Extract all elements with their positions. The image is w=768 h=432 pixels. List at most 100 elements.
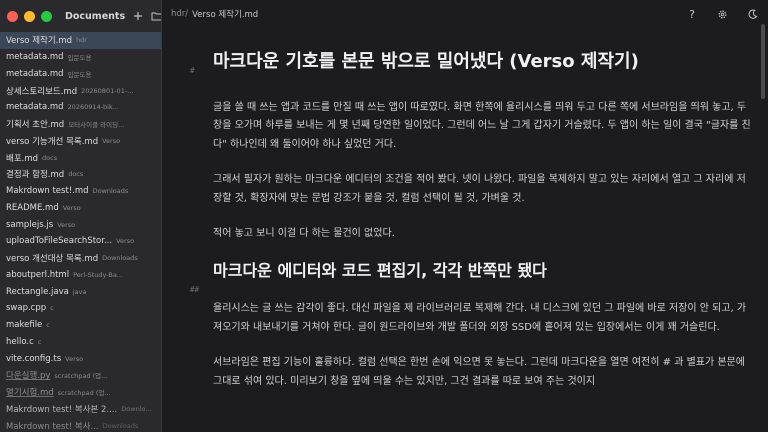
file-name: Makrdown test! 복사본 2.... (6, 404, 118, 415)
file-folder: Downloads (92, 187, 129, 196)
file-name: metadata.md (6, 102, 64, 113)
paragraph-2: 그래서 필자가 원하는 마크다운 에디터의 조건을 적어 봤다. 넷이 나왔다.… (213, 174, 746, 204)
minimize-window-button[interactable] (24, 10, 35, 22)
file-item[interactable]: metadata.md 입문도용 (0, 66, 161, 83)
file-name: 상세스토리보드.md (6, 86, 78, 97)
breadcrumb-folder[interactable]: hdr/ (171, 9, 188, 19)
file-name: verso 개선대상 목록.md (6, 254, 99, 265)
file-item[interactable]: Rectangle.java java (0, 283, 161, 300)
file-item[interactable]: verso 기능개선 목록.md Verso (0, 133, 161, 150)
file-name: 열기시험.md (6, 388, 54, 399)
file-name: 배포.md (6, 153, 39, 164)
file-item[interactable]: 기획서 초안.md 모터사이클 라이딩... (0, 116, 161, 133)
file-item[interactable]: makefile c (0, 317, 161, 334)
file-name: aboutperl.html (6, 269, 70, 280)
theme-toggle-button[interactable] (744, 6, 760, 22)
file-item[interactable]: 결정과 함정.md docs (0, 166, 161, 183)
help-button[interactable]: ? (684, 6, 700, 22)
file-name: hello.c (6, 336, 34, 347)
file-folder: Perl-Study-Ba... (73, 270, 123, 279)
file-folder: Downloads (121, 404, 155, 413)
file-folder: docs (42, 153, 58, 162)
file-item[interactable]: README.md Verso (0, 200, 161, 217)
file-folder: c (50, 304, 54, 313)
file-folder: Downloads (102, 421, 139, 430)
file-name: vite.config.ts (6, 353, 62, 364)
paragraph-1: 글을 쓸 때 쓰는 앱과 코드를 만질 때 쓰는 앱이 따로였다. 화면 한쪽에… (213, 102, 751, 150)
file-folder: scratchpad (업... (54, 372, 108, 381)
file-item[interactable]: Makrdown test! 복사본 2.... Downloads (0, 401, 161, 418)
document-title: 마크다운 기호를 본문 밖으로 밀어냈다 (Verso 제작기) (213, 51, 639, 72)
file-folder: 20260914-bik... (67, 103, 119, 112)
file-item[interactable]: 열기시험.md scratchpad (업... (0, 384, 161, 401)
file-item[interactable]: aboutperl.html Perl-Study-Ba... (0, 267, 161, 284)
file-item[interactable]: Makrdown test!.md Downloads (0, 183, 161, 200)
sidebar: Documents Verso 제작기.md hdr metadata.md 입문도용… (0, 0, 162, 432)
window-controls (7, 10, 52, 22)
folder-icon (151, 12, 161, 21)
gear-icon (718, 10, 726, 18)
heading2-marker: ## (190, 285, 200, 294)
file-folder: docs (68, 170, 84, 179)
file-item[interactable]: swap.cpp c (0, 300, 161, 317)
close-window-button[interactable] (7, 10, 18, 22)
file-folder: c (37, 337, 42, 346)
file-name: metadata.md (6, 68, 64, 79)
document-body[interactable]: 마크다운 기호를 본문 밖으로 밀어냈다 (Verso 제작기) 글을 쓸 때 … (213, 40, 753, 391)
file-name: swap.cpp (6, 303, 47, 314)
file-folder: Verso (65, 354, 84, 363)
sidebar-title: Documents (65, 10, 126, 22)
file-item[interactable]: metadata.md 입문도용 (0, 49, 161, 66)
sidebar-header: Documents (0, 0, 161, 32)
app-window: Documents Verso 제작기.md hdr metadata.md 입문도용… (0, 0, 768, 432)
file-folder: Downloads (102, 254, 138, 263)
file-folder: Verso (57, 220, 76, 229)
new-file-button[interactable] (133, 11, 143, 21)
file-item[interactable]: 상세스토리보드.md 20260801-01-... (0, 82, 161, 99)
file-name: Makrdown test!.md (6, 186, 89, 197)
section-heading: 마크다운 에디터와 코드 편집기, 각각 반쪽만 됐다 (213, 261, 547, 281)
paragraph-4: 율리시스는 글 쓰는 감각이 좋다. 대신 파일을 제 라이브러리로 복제해 간… (213, 303, 747, 333)
scrollbar-thumb[interactable] (761, 24, 765, 99)
file-item[interactable]: verso 개선대상 목록.md Downloads (0, 250, 161, 267)
file-name: uploadToFileSearchStor... (6, 236, 113, 247)
file-name: 기획서 초안.md (6, 120, 65, 131)
file-item[interactable]: uploadToFileSearchStor... Verso (0, 233, 161, 250)
file-item[interactable]: 배포.md docs (0, 149, 161, 166)
file-item[interactable]: Verso 제작기.md hdr (0, 32, 161, 49)
file-name: Rectangle.java (6, 286, 69, 297)
file-folder: scratchpad (업... (57, 389, 111, 398)
file-folder: Verso (62, 203, 81, 212)
file-name: Makrdown test! 복사... (6, 421, 99, 432)
settings-button[interactable] (714, 6, 730, 22)
paragraph-3: 적어 놓고 보니 이걸 다 하는 물건이 없었다. (213, 228, 395, 240)
file-folder: c (46, 321, 50, 330)
file-folder: hdr (76, 36, 87, 45)
file-item[interactable]: samplejs.js Verso (0, 216, 161, 233)
file-item[interactable]: metadata.md 20260914-bik... (0, 99, 161, 116)
open-folder-button[interactable] (151, 11, 161, 21)
file-list: Verso 제작기.md hdr metadata.md 입문도용 metadata.m… (0, 32, 161, 432)
file-name: Verso 제작기.md (6, 36, 73, 47)
file-item[interactable]: 다운실행.py scratchpad (업... (0, 367, 161, 384)
file-item[interactable]: hello.c c (0, 334, 161, 351)
editor-pane: hdr/ Verso 제작기.md ? # ## 마크다운 기호를 본문 밖으로… (162, 0, 768, 432)
file-folder: Verso (102, 136, 121, 145)
moon-icon (748, 9, 758, 19)
file-folder: Verso (116, 237, 135, 246)
file-name: makefile (6, 320, 43, 331)
topbar: hdr/ Verso 제작기.md (162, 0, 768, 28)
file-name: verso 기능개선 목록.md (6, 136, 99, 147)
plus-icon (134, 12, 143, 20)
file-item[interactable]: Makrdown test! 복사... Downloads (0, 417, 161, 432)
file-name: metadata.md (6, 52, 64, 63)
file-name: 결정과 함정.md (6, 170, 65, 181)
breadcrumb-file: Verso 제작기.md (192, 10, 259, 20)
file-name: 다운실행.py (6, 371, 51, 382)
file-name: samplejs.js (6, 219, 54, 230)
zoom-window-button[interactable] (41, 10, 52, 22)
file-folder: 모터사이클 라이딩... (68, 121, 125, 130)
file-name: README.md (6, 202, 59, 213)
file-folder: 입문도용 (67, 54, 92, 63)
file-item[interactable]: vite.config.ts Verso (0, 350, 161, 367)
